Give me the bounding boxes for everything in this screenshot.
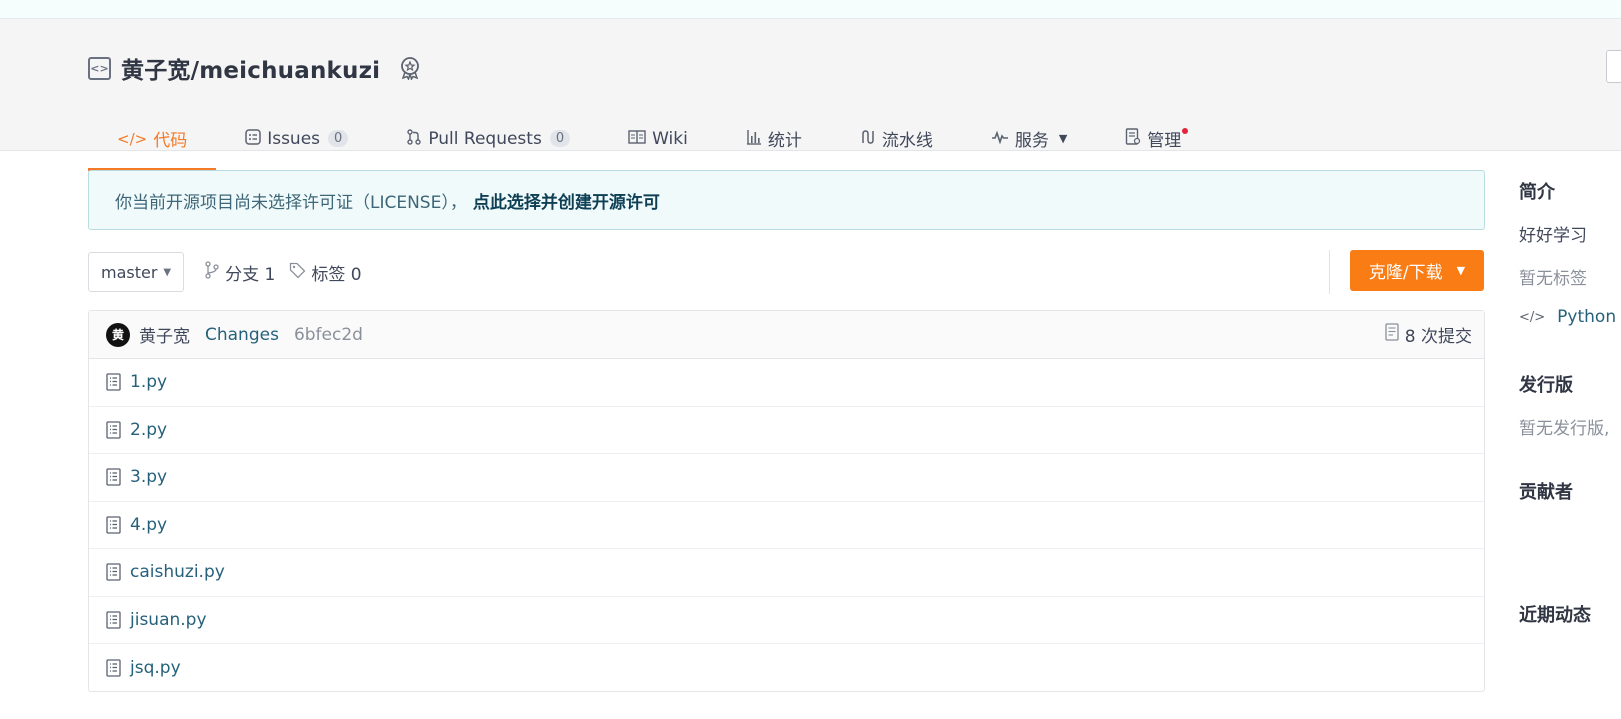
file-icon (106, 468, 121, 486)
commit-count-link[interactable]: 8 次提交 (1385, 322, 1472, 347)
tab-issues-label: Issues (267, 128, 321, 149)
caret-down-icon: ▼ (1456, 264, 1466, 277)
branch-select-value: master (101, 262, 158, 282)
file-icon (106, 659, 121, 677)
file-icon (106, 373, 121, 391)
tags-label: 标签 0 (311, 264, 362, 285)
branch-icon (204, 261, 220, 283)
tags-link[interactable]: 标签 0 (289, 260, 362, 285)
tab-wiki-label: Wiki (652, 128, 688, 149)
badge-icon[interactable] (398, 55, 422, 81)
code-icon: </> (1519, 309, 1546, 325)
license-notice: 你当前开源项目尚未选择许可证（LICENSE）， 点此选择并创建开源许可 (88, 170, 1485, 230)
contributors-heading: 贡献者 (1519, 482, 1573, 503)
bar-chart-icon (746, 129, 762, 149)
repo-code-icon: <> (88, 56, 111, 80)
repo-header: <> 黄子宽/meichuankuzi </> 代码 Issues 0 Pull… (0, 19, 1621, 171)
pipeline-icon (860, 129, 876, 149)
issues-count-badge: 0 (328, 130, 349, 147)
tab-services-label: 服务 (1014, 131, 1049, 151)
tab-code[interactable]: </> 代码 (88, 107, 217, 171)
file-icon (106, 516, 121, 534)
file-link[interactable]: 4.py (130, 515, 167, 535)
language-item: </> Python (1519, 307, 1616, 327)
commit-sha[interactable]: 6bfec2d (294, 325, 363, 345)
branches-label: 分支 1 (225, 264, 276, 285)
clone-download-label: 克隆/下载 (1368, 263, 1443, 283)
intro-text: 好好学习 (1519, 226, 1587, 246)
language-link[interactable]: Python (1557, 307, 1616, 327)
branch-select[interactable]: master ▼ (88, 252, 185, 292)
file-link[interactable]: 1.py (130, 372, 167, 392)
file-row: jisuan.py (89, 597, 1484, 644)
pull-request-icon (406, 128, 422, 149)
intro-heading: 简介 (1519, 182, 1555, 203)
file-row: 4.py (89, 502, 1484, 549)
commit-count-label: 8 次提交 (1404, 327, 1472, 347)
commits-icon (1385, 323, 1399, 346)
tab-services[interactable]: 服务 ▼ (962, 107, 1096, 170)
tab-pull-requests-label: Pull Requests (428, 128, 542, 149)
issues-icon (245, 128, 261, 149)
file-row: caishuzi.py (89, 549, 1484, 597)
file-list: 黄 黄子宽 Changes 6bfec2d 8 次提交 1.py 2.py 3.py… (88, 310, 1485, 692)
latest-commit-row: 黄 黄子宽 Changes 6bfec2d 8 次提交 (89, 311, 1484, 359)
file-link[interactable]: 3.py (130, 467, 167, 487)
tab-wiki[interactable]: Wiki (599, 107, 717, 170)
commit-message[interactable]: Changes (205, 325, 279, 345)
license-notice-text: 你当前开源项目尚未选择许可证（LICENSE）， (115, 192, 467, 213)
manage-icon (1125, 127, 1141, 150)
file-link[interactable]: caishuzi.py (130, 562, 225, 582)
tag-icon (289, 262, 306, 283)
tab-pipeline[interactable]: 流水线 (831, 107, 962, 170)
notification-dot (1182, 128, 1189, 134)
file-row: 2.py (89, 407, 1484, 454)
file-link[interactable]: jisuan.py (130, 610, 207, 630)
toolbar-divider (1329, 250, 1330, 294)
tab-pipeline-label: 流水线 (881, 131, 933, 151)
book-icon (628, 129, 646, 148)
file-row: 1.py (89, 359, 1484, 407)
branch-toolbar: master ▼ 分支 1 标签 0 克隆/下载 ▼ (88, 250, 1485, 294)
tab-stats-label: 统计 (767, 131, 802, 151)
commit-author[interactable]: 黄子宽 (139, 322, 190, 347)
file-link[interactable]: 2.py (130, 420, 167, 440)
no-tags-text: 暂无标签 (1519, 269, 1587, 289)
file-link[interactable]: jsq.py (130, 658, 181, 678)
repo-tabs: </> 代码 Issues 0 Pull Requests 0 Wiki 统计 … (88, 107, 1210, 171)
file-icon (106, 421, 121, 439)
tab-manage-label: 管理 (1147, 131, 1182, 151)
watch-button[interactable] (1606, 50, 1621, 83)
chevron-down-icon: ▼ (1058, 132, 1068, 145)
tab-stats[interactable]: 统计 (717, 107, 831, 170)
tab-manage[interactable]: 管理 (1096, 107, 1210, 170)
top-strip (0, 0, 1621, 19)
branches-link[interactable]: 分支 1 (204, 260, 275, 285)
pulse-icon (991, 130, 1009, 148)
file-row: 3.py (89, 454, 1484, 502)
releases-text: 暂无发行版, (1519, 419, 1610, 439)
file-row: jsq.py (89, 644, 1484, 692)
create-license-link[interactable]: 点此选择并创建开源许可 (473, 188, 660, 213)
file-icon (106, 611, 121, 629)
pull-requests-count-badge: 0 (549, 130, 571, 147)
file-icon (106, 563, 121, 581)
activity-heading: 近期动态 (1519, 605, 1591, 626)
releases-heading: 发行版 (1519, 375, 1573, 396)
repo-name-link[interactable]: 黄子宽/meichuankuzi (121, 51, 380, 85)
repo-title: <> 黄子宽/meichuankuzi (88, 51, 422, 85)
tab-code-label: 代码 (153, 131, 188, 151)
caret-down-icon: ▼ (163, 266, 172, 278)
avatar[interactable]: 黄 (106, 322, 130, 347)
tab-pull-requests[interactable]: Pull Requests 0 (377, 107, 599, 170)
tab-issues[interactable]: Issues 0 (216, 107, 377, 170)
code-icon: </> (117, 129, 148, 148)
clone-download-button[interactable]: 克隆/下载 ▼ (1350, 250, 1484, 291)
